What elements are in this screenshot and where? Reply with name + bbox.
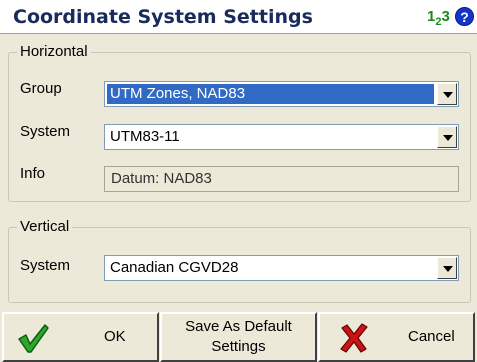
group-label: Group bbox=[20, 80, 62, 97]
help-icon[interactable]: ? bbox=[455, 7, 474, 26]
units-icon[interactable]: 123 bbox=[427, 8, 450, 28]
chevron-down-icon[interactable] bbox=[437, 83, 457, 105]
info-field: Datum: NAD83 bbox=[104, 166, 459, 192]
horizontal-legend: Horizontal bbox=[17, 43, 91, 60]
save-default-label-line2: Settings bbox=[211, 338, 266, 355]
save-default-label-line1: Save As Default bbox=[185, 318, 292, 335]
ok-button[interactable]: OK bbox=[2, 312, 159, 362]
button-bar: OK Save As Default Settings Cancel bbox=[0, 312, 477, 362]
chevron-down-icon[interactable] bbox=[437, 126, 457, 148]
chevron-down-icon[interactable] bbox=[437, 257, 457, 279]
vertical-system-select[interactable]: Canadian CGVD28 bbox=[104, 255, 459, 281]
system-select-value: UTM83-11 bbox=[110, 128, 180, 145]
close-icon bbox=[340, 323, 368, 353]
vertical-system-label: System bbox=[20, 257, 71, 274]
cancel-label: Cancel bbox=[408, 328, 455, 345]
save-default-button[interactable]: Save As Default Settings bbox=[160, 312, 317, 362]
info-label: Info bbox=[20, 165, 46, 182]
system-select[interactable]: UTM83-11 bbox=[104, 124, 459, 150]
system-label: System bbox=[20, 123, 71, 140]
ok-label: OK bbox=[104, 328, 126, 345]
cancel-button[interactable]: Cancel bbox=[318, 312, 475, 362]
dialog-title: Coordinate System Settings bbox=[13, 6, 313, 28]
vertical-legend: Vertical bbox=[17, 218, 73, 235]
group-select[interactable]: UTM Zones, NAD83 bbox=[104, 81, 459, 107]
vertical-system-select-value: Canadian CGVD28 bbox=[110, 259, 239, 276]
group-select-value: UTM Zones, NAD83 bbox=[107, 84, 434, 104]
check-icon bbox=[18, 324, 49, 353]
title-bar: Coordinate System Settings 123 ? bbox=[0, 0, 477, 34]
units-icon-tail: 3 bbox=[441, 8, 450, 25]
